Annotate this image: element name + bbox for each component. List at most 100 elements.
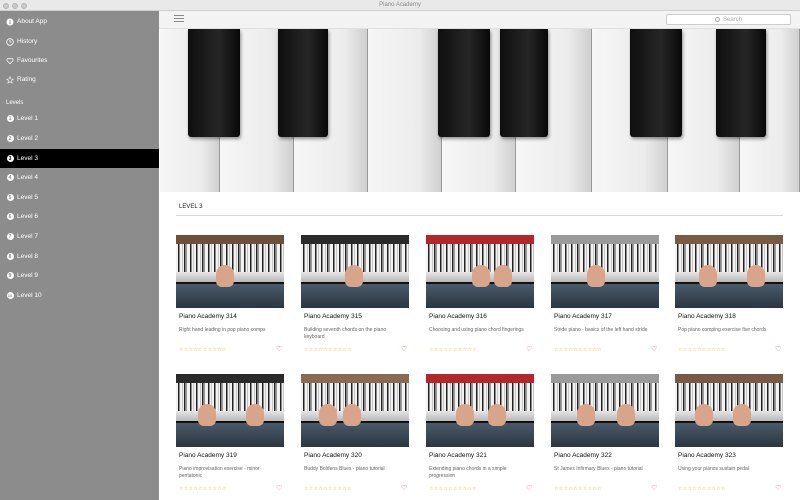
sidebar-item-history[interactable]: History: [0, 32, 159, 51]
sidebar-item-rating[interactable]: Rating: [0, 70, 159, 89]
lesson-thumbnail[interactable]: [551, 374, 659, 447]
rating-stars[interactable]: ☆☆☆☆☆☆☆☆☆☆: [179, 347, 227, 353]
search-icon: [714, 17, 720, 22]
clock-icon: [6, 37, 14, 46]
lesson-title: Piano Academy 319: [179, 452, 237, 459]
sidebar-item-label: About App: [17, 18, 47, 25]
lesson-thumbnail[interactable]: [301, 374, 409, 447]
sidebar-item-level-8[interactable]: 8 Level 8: [0, 247, 159, 266]
favourite-heart-icon[interactable]: ♡: [651, 345, 657, 353]
lesson-thumbnail[interactable]: [176, 235, 284, 308]
lesson-title: Piano Academy 318: [678, 313, 736, 320]
favourite-heart-icon[interactable]: ♡: [526, 345, 532, 353]
rating-stars[interactable]: ☆☆☆☆☆☆☆☆☆☆: [304, 486, 352, 492]
lesson-description: Pop piano comping exercise five chords: [678, 327, 767, 333]
sidebar-item-label: Level 4: [17, 174, 38, 181]
level-badge-icon: 10: [6, 292, 14, 299]
rating-stars[interactable]: ☆☆☆☆☆☆☆☆☆☆: [678, 347, 726, 353]
sidebar-item-label: Level 9: [17, 272, 38, 279]
sidebar-item-level-6[interactable]: 6 Level 6: [0, 207, 159, 226]
sidebar-item-label: Level 10: [17, 292, 42, 299]
search-placeholder: Search: [722, 16, 742, 23]
section-title: LEVEL 3: [179, 204, 203, 210]
rating-stars[interactable]: ☆☆☆☆☆☆☆☆☆☆: [179, 486, 227, 492]
sidebar-item-level-7[interactable]: 7 Level 7: [0, 227, 159, 246]
search-input[interactable]: Search: [666, 14, 791, 25]
level-badge-icon: 5: [6, 194, 14, 202]
lesson-thumbnail[interactable]: [675, 374, 783, 447]
lesson-card[interactable]: Piano Academy 316 Choosing and using pia…: [426, 235, 534, 355]
levels-header: Levels: [6, 100, 24, 106]
star-icon: [6, 75, 14, 84]
favourite-heart-icon[interactable]: ♡: [775, 345, 781, 353]
lesson-card[interactable]: Piano Academy 314 Right hand leading in …: [176, 235, 284, 355]
lesson-card[interactable]: Piano Academy 318 Pop piano comping exer…: [675, 235, 783, 355]
lesson-card[interactable]: Piano Academy 322 St James Infirmary Blu…: [551, 374, 659, 494]
sidebar-item-label: Level 7: [17, 233, 38, 240]
sidebar-item-label: Rating: [17, 76, 36, 83]
rating-stars[interactable]: ☆☆☆☆☆☆☆☆☆☆: [554, 486, 602, 492]
lesson-title: Piano Academy 316: [429, 313, 487, 320]
hero-banner-image: [160, 29, 800, 192]
sidebar-item-label: Level 1: [17, 115, 38, 122]
level-badge-icon: 3: [6, 155, 14, 163]
lesson-card[interactable]: Piano Academy 321 Extending piano chords…: [426, 374, 534, 494]
rating-stars[interactable]: ☆☆☆☆☆☆☆☆☆☆: [554, 347, 602, 353]
lesson-thumbnail[interactable]: [426, 235, 534, 308]
lesson-thumbnail[interactable]: [176, 374, 284, 447]
lesson-description: Extending piano chords in a simple progr…: [429, 466, 507, 479]
lesson-thumbnail[interactable]: [301, 235, 409, 308]
sidebar-item-level-1[interactable]: 1 Level 1: [0, 109, 159, 128]
lesson-card[interactable]: Piano Academy 320 Buddy Boldens Blues - …: [301, 374, 409, 494]
lesson-title: Piano Academy 315: [304, 313, 362, 320]
favourite-heart-icon[interactable]: ♡: [651, 484, 657, 492]
lesson-description: Right hand leading in pop piano comps: [179, 327, 266, 333]
lesson-title: Piano Academy 320: [304, 452, 362, 459]
sidebar-item-about-app[interactable]: About App: [0, 12, 159, 31]
sidebar-item-level-9[interactable]: 9 Level 9: [0, 266, 159, 285]
lesson-card[interactable]: Piano Academy 319 Piano improvisation ex…: [176, 374, 284, 494]
lesson-thumbnail[interactable]: [675, 235, 783, 308]
sidebar: About App History Favourites Rating Leve…: [0, 11, 159, 500]
sidebar-item-level-3[interactable]: 3 Level 3: [0, 149, 159, 168]
level-badge-icon: 8: [6, 253, 14, 261]
lesson-title: Piano Academy 314: [179, 313, 237, 320]
lesson-title: Piano Academy 317: [554, 313, 612, 320]
favourite-heart-icon[interactable]: ♡: [775, 484, 781, 492]
level-badge-icon: 6: [6, 213, 14, 221]
sidebar-item-level-10[interactable]: 10 Level 10: [0, 286, 159, 305]
sidebar-item-level-4[interactable]: 4 Level 4: [0, 168, 159, 187]
lesson-description: Stride piano - basics of the left hand s…: [554, 327, 648, 333]
window-title: Piano Academy: [379, 2, 421, 8]
lesson-description: St James Infirmary Blues - piano tutoria…: [554, 466, 643, 472]
level-badge-icon: 4: [6, 174, 14, 182]
level-badge-icon: 2: [6, 135, 14, 143]
menu-icon[interactable]: [174, 15, 184, 24]
info-icon: [6, 18, 14, 26]
lesson-thumbnail[interactable]: [426, 374, 534, 447]
sidebar-item-label: Level 3: [17, 155, 38, 162]
lesson-card[interactable]: Piano Academy 317 Stride piano - basics …: [551, 235, 659, 355]
sidebar-item-label: Level 6: [17, 213, 38, 220]
rating-stars[interactable]: ☆☆☆☆☆☆☆☆☆☆: [304, 347, 352, 353]
lesson-title: Piano Academy 322: [554, 452, 612, 459]
rating-stars[interactable]: ☆☆☆☆☆☆☆☆☆☆: [429, 347, 477, 353]
sidebar-item-level-2[interactable]: 2 Level 2: [0, 129, 159, 148]
lesson-card[interactable]: Piano Academy 323 Using your pianos sust…: [675, 374, 783, 494]
sidebar-item-level-5[interactable]: 5 Level 5: [0, 188, 159, 207]
lesson-description: Building seventh chords on the piano key…: [304, 327, 387, 340]
lesson-card[interactable]: Piano Academy 315 Building seventh chord…: [301, 235, 409, 355]
rating-stars[interactable]: ☆☆☆☆☆☆☆☆☆☆: [678, 486, 726, 492]
lesson-title: Piano Academy 321: [429, 452, 487, 459]
sidebar-item-label: History: [17, 38, 38, 45]
favourite-heart-icon[interactable]: ♡: [276, 345, 282, 353]
favourite-heart-icon[interactable]: ♡: [526, 484, 532, 492]
rating-stars[interactable]: ☆☆☆☆☆☆☆☆☆☆: [429, 486, 477, 492]
lesson-thumbnail[interactable]: [551, 235, 659, 308]
lesson-description: Buddy Boldens Blues - piano tutorial: [304, 466, 385, 472]
sidebar-item-favourites[interactable]: Favourites: [0, 51, 159, 70]
lesson-title: Piano Academy 323: [678, 452, 736, 459]
favourite-heart-icon[interactable]: ♡: [401, 345, 407, 353]
favourite-heart-icon[interactable]: ♡: [401, 484, 407, 492]
favourite-heart-icon[interactable]: ♡: [276, 484, 282, 492]
